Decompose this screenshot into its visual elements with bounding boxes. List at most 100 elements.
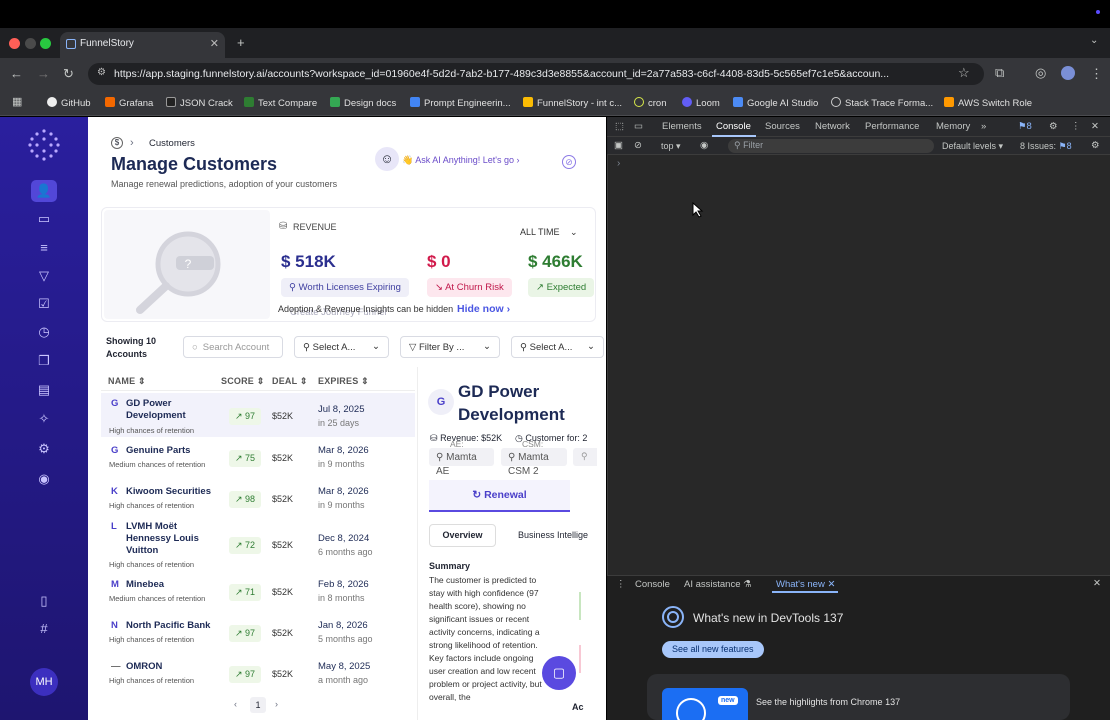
- drawer-tab-whats-new[interactable]: What's new ✕: [776, 579, 835, 590]
- header-name[interactable]: NAME ⇕: [108, 376, 146, 387]
- devtools-menu-icon[interactable]: ⋮: [1071, 121, 1081, 132]
- close-icon[interactable]: ✕: [827, 579, 835, 590]
- bookmark-github[interactable]: GitHub: [47, 97, 91, 109]
- close-window-button[interactable]: [9, 38, 20, 49]
- document-nav-icon[interactable]: ▤: [35, 381, 53, 399]
- header-score[interactable]: SCORE ⇕: [221, 376, 264, 387]
- table-row[interactable]: G GD Power Development High chances of r…: [101, 393, 415, 437]
- apps-grid-icon[interactable]: ▦: [12, 95, 22, 108]
- bookmark-aws-switch-role[interactable]: AWS Switch Role: [944, 97, 1032, 109]
- new-tab-icon[interactable]: +: [237, 35, 245, 50]
- live-expression-icon[interactable]: ◉: [700, 140, 708, 151]
- sparkle-nav-icon[interactable]: ✧: [35, 410, 53, 428]
- table-row[interactable]: G Genuine Parts Medium chances of retent…: [101, 440, 415, 480]
- tab-overview[interactable]: Overview: [429, 524, 496, 547]
- compass-nav-icon[interactable]: ◷: [35, 323, 53, 341]
- bookmark-cron[interactable]: cron: [634, 97, 666, 109]
- tab-sources[interactable]: Sources: [765, 121, 800, 132]
- more-owner-chip[interactable]: ⚲: [573, 448, 597, 466]
- bookmark-star-icon[interactable]: ☆: [958, 65, 970, 81]
- bookmark-prompt-engineering[interactable]: Prompt Engineerin...: [410, 97, 511, 109]
- devtools-extension-icon[interactable]: ◎: [1035, 65, 1046, 81]
- map-nav-icon[interactable]: ▭: [35, 210, 53, 228]
- tab-search-icon[interactable]: ⌄: [1090, 35, 1098, 46]
- prev-page-icon[interactable]: ‹: [234, 699, 237, 709]
- period-select[interactable]: ALL TIME ⌄: [520, 227, 578, 238]
- bookmark-design-docs[interactable]: Design docs: [330, 97, 396, 109]
- filter-by-dropdown[interactable]: ▽ Filter By ... ⌄: [400, 336, 500, 358]
- tab-network[interactable]: Network: [815, 121, 850, 132]
- bookmark-json-crack[interactable]: JSON Crack: [166, 97, 233, 109]
- drawer-tab-console[interactable]: Console: [635, 579, 670, 590]
- chat-widget-button[interactable]: ▢: [542, 656, 576, 690]
- breadcrumb[interactable]: Customers: [149, 138, 195, 149]
- renewal-tab[interactable]: ↻ Renewal: [429, 480, 570, 512]
- compass-icon[interactable]: ⊘: [562, 155, 576, 169]
- bookmark-stack-trace[interactable]: Stack Trace Forma...: [831, 97, 933, 109]
- extensions-icon[interactable]: ⧉: [995, 65, 1004, 81]
- tab-elements[interactable]: Elements: [662, 121, 702, 132]
- bookmark-loom[interactable]: Loom: [682, 97, 720, 109]
- context-select[interactable]: top ▾: [661, 141, 681, 152]
- book-nav-icon[interactable]: ▯: [35, 592, 53, 610]
- browser-menu-icon[interactable]: ⋮: [1090, 66, 1103, 82]
- more-tabs-icon[interactable]: »: [981, 121, 986, 132]
- funnel-nav-icon[interactable]: ▽: [35, 267, 53, 285]
- tab-memory[interactable]: Memory: [936, 121, 970, 132]
- table-row[interactable]: K Kiwoom Securities High chances of rete…: [101, 481, 415, 521]
- avatar[interactable]: MH: [30, 668, 58, 696]
- tab-business-intelligence[interactable]: Business Intellige: [506, 524, 597, 547]
- customers-nav-icon[interactable]: 👤: [31, 180, 57, 202]
- forward-icon[interactable]: →: [37, 66, 50, 81]
- close-tab-icon[interactable]: ✕: [210, 37, 219, 50]
- select-user-dropdown[interactable]: ⚲ Select A... ⌄: [511, 336, 604, 358]
- tab-console[interactable]: Console: [716, 121, 751, 132]
- bookmark-google-ai-studio[interactable]: Google AI Studio: [733, 97, 818, 109]
- drawer-tab-ai-assistance[interactable]: AI assistance ⚗: [684, 579, 752, 590]
- tab-performance[interactable]: Performance: [865, 121, 919, 132]
- maximize-window-button[interactable]: [40, 38, 51, 49]
- site-info-icon[interactable]: ⚙: [97, 67, 106, 78]
- levels-select[interactable]: Default levels ▾: [942, 141, 1003, 152]
- drawer-menu-icon[interactable]: ⋮: [616, 579, 626, 590]
- bookmark-funnelstory[interactable]: FunnelStory - int c...: [523, 97, 622, 109]
- search-input[interactable]: ○ Search Account: [183, 336, 283, 358]
- ask-ai-button[interactable]: 👋 Ask AI Anything! Let's go ›: [402, 155, 520, 166]
- table-row[interactable]: — OMRON High chances of retention ↗ 97 $…: [101, 656, 415, 690]
- next-page-icon[interactable]: ›: [275, 699, 278, 709]
- drawer-close-icon[interactable]: ✕: [1093, 578, 1101, 589]
- devtools-close-icon[interactable]: ✕: [1091, 121, 1099, 132]
- reload-icon[interactable]: ↻: [63, 66, 74, 82]
- see-all-features-button[interactable]: See all new features: [662, 641, 764, 658]
- slack-nav-icon[interactable]: #: [35, 620, 53, 638]
- minimize-window-button[interactable]: [25, 38, 36, 49]
- list-nav-icon[interactable]: ≡: [35, 239, 53, 257]
- back-icon[interactable]: ←: [10, 66, 23, 81]
- page-number[interactable]: 1: [250, 697, 266, 713]
- issues-count[interactable]: 8 Issues: ⚑8: [1020, 141, 1072, 152]
- console-settings-icon[interactable]: ⚙: [1091, 140, 1100, 151]
- devtools-settings-icon[interactable]: ⚙: [1049, 121, 1058, 132]
- inspect-icon[interactable]: ⬚: [615, 121, 624, 132]
- hide-now-link[interactable]: Hide now ›: [457, 303, 510, 315]
- clear-console-icon[interactable]: ⊘: [634, 140, 642, 151]
- header-expires[interactable]: EXPIRES ⇕: [318, 376, 369, 387]
- browser-tab[interactable]: FunnelStory ✕: [60, 32, 225, 58]
- table-row[interactable]: M Minebea Medium chances of retention ↗ …: [101, 574, 415, 614]
- tasks-nav-icon[interactable]: ☑: [35, 295, 53, 313]
- header-deal[interactable]: DEAL ⇕: [272, 376, 308, 387]
- issues-badge[interactable]: ⚑8: [1018, 121, 1032, 132]
- table-row[interactable]: N North Pacific Bank High chances of ret…: [101, 615, 415, 655]
- settings-nav-icon[interactable]: ⚙: [35, 440, 53, 458]
- sidebar-toggle-icon[interactable]: ▣: [614, 140, 623, 151]
- user-circle-nav-icon[interactable]: ◉: [35, 470, 53, 488]
- table-row[interactable]: L LVMH Moët Hennessy Louis Vuitton High …: [101, 516, 415, 572]
- select-account-dropdown[interactable]: ⚲ Select A... ⌄: [294, 336, 389, 358]
- device-toolbar-icon[interactable]: ▭: [634, 121, 643, 132]
- console-prompt-icon[interactable]: ›: [617, 158, 620, 169]
- profile-avatar[interactable]: [1061, 66, 1075, 80]
- bookmark-grafana[interactable]: Grafana: [105, 97, 153, 109]
- address-bar[interactable]: ⚙ https://app.staging.funnelstory.ai/acc…: [88, 63, 984, 85]
- copy-nav-icon[interactable]: ❐: [35, 352, 53, 370]
- console-filter-input[interactable]: ⚲ Filter: [728, 139, 934, 153]
